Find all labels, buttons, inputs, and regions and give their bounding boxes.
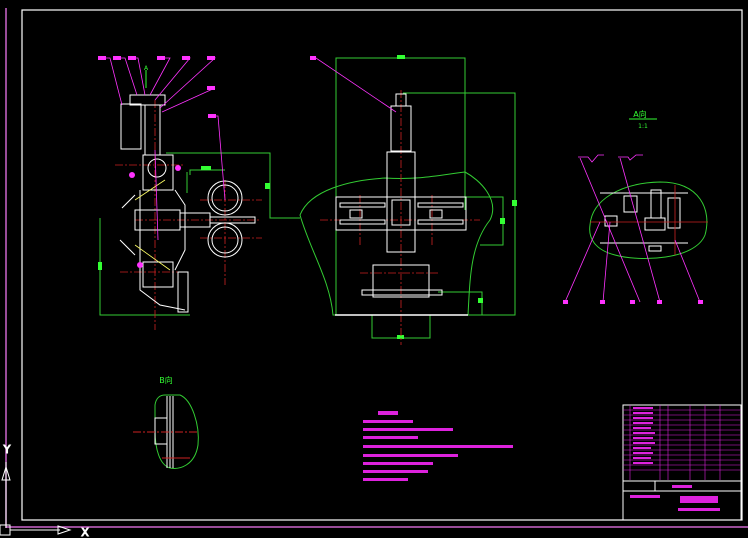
ucs-y-label: Y	[3, 443, 11, 456]
view-a[interactable]: A向 1:1	[563, 109, 708, 304]
view-b[interactable]: B向	[133, 375, 199, 469]
view-a-label: A向	[633, 109, 646, 119]
cad-drawing-canvas[interactable]: X Y A A向 1:1 B向	[0, 0, 748, 538]
technical-requirements-notes	[363, 411, 513, 481]
title-block	[622, 404, 742, 521]
main-view-marker: A	[144, 65, 149, 72]
view-a-scale: 1:1	[638, 123, 648, 130]
front-view[interactable]	[299, 55, 517, 345]
ucs-icon: X Y	[0, 443, 90, 538]
ucs-x-label: X	[81, 526, 89, 538]
view-b-label: B向	[159, 375, 173, 385]
main-view[interactable]: A	[98, 56, 300, 330]
